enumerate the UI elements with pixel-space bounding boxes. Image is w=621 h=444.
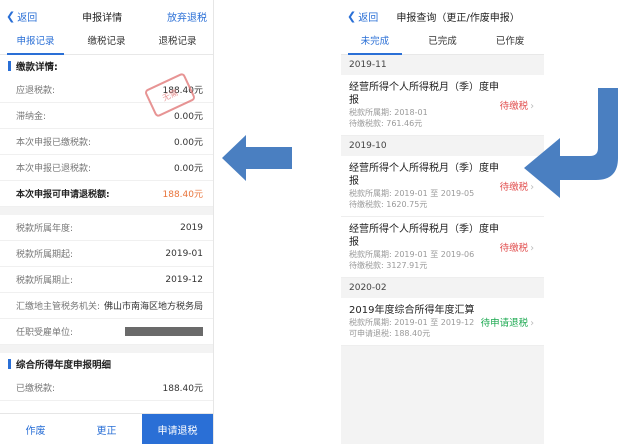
row-label: 汇缴地主管税务机关: — [16, 302, 101, 312]
group-date: 2019-10 — [341, 136, 544, 156]
back-label: 返回 — [358, 12, 379, 24]
section-annual-detail: 综合所得年度申报明细 — [0, 353, 213, 375]
status-label: 待缴税 — [499, 243, 529, 254]
list-item[interactable]: 经营所得个人所得税月（季）度申报 税款所属期: 2019-01 至 2019-0… — [341, 217, 544, 278]
row-value: 2019 — [180, 222, 203, 233]
arrow-left-icon — [222, 135, 292, 181]
row-value: 188.40元 — [162, 190, 204, 200]
row-label: 应退税款: — [16, 86, 56, 96]
query-header: ❮ 返回 申报查询（更正/作废申报） — [341, 0, 544, 32]
chevron-right-icon: › — [530, 243, 534, 254]
group-date: 2019-11 — [341, 55, 544, 75]
item-title: 经营所得个人所得税月（季）度申报 — [349, 82, 499, 106]
row-refund-available: 本次申报可申请退税额: 188.40元 — [0, 181, 213, 207]
row-label: 税款所属年度: — [16, 224, 74, 234]
tab-declaration-records[interactable]: 申报记录 — [0, 32, 71, 55]
row-label: 已缴税款: — [16, 384, 56, 394]
row-employer: 任职受雇单位: — [0, 319, 213, 345]
row-tax-paid: 已缴税款: 188.40元 — [0, 375, 213, 401]
row-period-end: 税款所属期止: 2019-12 — [0, 267, 213, 293]
status-badge: 待缴税 › — [500, 240, 534, 254]
section-marker — [8, 359, 11, 369]
detail-header: ❮ 返回 申报详情 放弃退税 — [0, 0, 213, 32]
tab-completed[interactable]: 已完成 — [409, 32, 477, 54]
page-title: 申报查询（更正/作废申报） — [396, 12, 520, 24]
row-label: 滞纳金: — [16, 112, 47, 122]
chevron-left-icon: ❮ — [6, 9, 16, 23]
section-title: 缴款详情: — [16, 62, 58, 73]
row-late-fee: 滞纳金: 0.00元 — [0, 103, 213, 129]
status-badge: 待申请退税 › — [481, 315, 534, 329]
action-bar: 作废 更正 申请退税 — [0, 413, 213, 444]
arrow-curved-icon — [524, 88, 618, 198]
row-period-start: 税款所属期起: 2019-01 — [0, 241, 213, 267]
item-amount: 待缴税款: 3127.91元 — [349, 261, 428, 270]
declaration-query-screen: ❮ 返回 申报查询（更正/作废申报） 未完成 已完成 已作废 2019-11 经营… — [341, 0, 544, 444]
row-label: 任职受雇单位: — [16, 328, 74, 338]
row-paid: 本次申报已缴税款: 0.00元 — [0, 129, 213, 155]
row-value: 2019-01 — [165, 248, 203, 259]
back-button[interactable]: ❮ 返回 — [347, 9, 378, 24]
row-label: 本次申报已缴税款: — [16, 138, 92, 148]
tab-voided[interactable]: 已作废 — [476, 32, 544, 54]
section-title: 综合所得年度申报明细 — [16, 360, 112, 371]
row-tax-authority: 汇缴地主管税务机关: 佛山市南海区地方税务局 — [0, 293, 213, 319]
apply-refund-button[interactable]: 申请退税 — [142, 414, 213, 444]
group-date: 2020-02 — [341, 278, 544, 298]
section-marker — [8, 61, 11, 71]
row-label: 税款所属期止: — [16, 276, 74, 286]
page-title: 申报详情 — [82, 12, 123, 24]
tab-incomplete[interactable]: 未完成 — [341, 32, 409, 55]
redacted-value — [125, 327, 203, 336]
item-amount: 待缴税款: 761.46元 — [349, 119, 423, 128]
item-title: 经营所得个人所得税月（季）度申报 — [349, 224, 499, 248]
item-amount: 可申请退税: 188.40元 — [349, 329, 431, 338]
row-label: 税款所属期起: — [16, 250, 74, 260]
row-value: 0.00元 — [173, 164, 203, 174]
row-label: 本次申报可申请退税额: — [16, 190, 110, 200]
row-value: 0.00元 — [173, 112, 203, 122]
row-value: 0.00元 — [173, 138, 203, 148]
chevron-left-icon: ❮ — [347, 9, 357, 23]
item-title: 2019年度综合所得年度汇算 — [349, 305, 475, 316]
row-value: 佛山市南海区地方税务局 — [103, 302, 203, 312]
tax-detail-screen: ❮ 返回 申报详情 放弃退税 申报记录 缴税记录 退税记录 缴款详情: 应退税款:… — [0, 0, 214, 444]
tab-payment-records[interactable]: 缴税记录 — [71, 32, 142, 54]
query-tabs: 未完成 已完成 已作废 — [341, 32, 544, 55]
tab-refund-records[interactable]: 退税记录 — [142, 32, 213, 54]
status-label: 待申请退税 — [480, 317, 529, 329]
chevron-right-icon: › — [530, 317, 534, 329]
list-item[interactable]: 经营所得个人所得税月（季）度申报 税款所属期: 2019-01 至 2019-0… — [341, 156, 544, 217]
row-refunded: 本次申报已退税款: 0.00元 — [0, 155, 213, 181]
back-label: 返回 — [17, 12, 38, 24]
detail-tabs: 申报记录 缴税记录 退税记录 — [0, 32, 213, 55]
list-item[interactable]: 2019年度综合所得年度汇算 税款所属期: 2019-01 至 2019-12 … — [341, 298, 544, 346]
divider — [0, 345, 213, 353]
row-value: 188.40元 — [162, 384, 204, 394]
row-value: 2019-12 — [165, 274, 203, 285]
correct-button[interactable]: 更正 — [71, 414, 142, 444]
list-item[interactable]: 经营所得个人所得税月（季）度申报 税款所属期: 2018-01 待缴税款: 76… — [341, 75, 544, 136]
row-label: 本次申报已退税款: — [16, 164, 92, 174]
item-title: 经营所得个人所得税月（季）度申报 — [349, 163, 499, 187]
back-button[interactable]: ❮ 返回 — [6, 9, 37, 24]
divider — [0, 207, 213, 215]
row-tax-year: 税款所属年度: 2019 — [0, 215, 213, 241]
abandon-refund-button[interactable]: 放弃退税 — [167, 9, 207, 24]
item-amount: 待缴税款: 1620.75元 — [349, 200, 428, 209]
void-button[interactable]: 作废 — [0, 414, 71, 444]
